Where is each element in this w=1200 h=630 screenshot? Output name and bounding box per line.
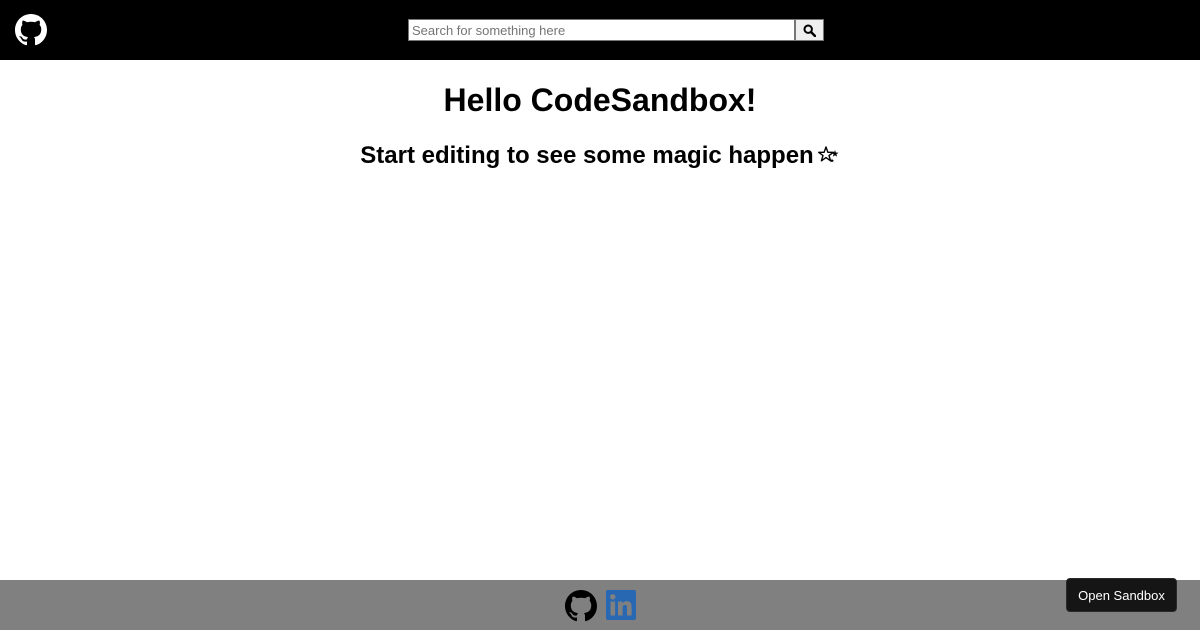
page-title: Hello CodeSandbox!: [443, 82, 757, 118]
github-icon[interactable]: [565, 590, 597, 622]
subtitle-text: Start editing to see some magic happen: [360, 142, 814, 169]
sparkles-icon: [817, 146, 839, 163]
search-bar: [408, 19, 824, 41]
search-icon: [803, 23, 816, 37]
top-navbar: [0, 0, 1200, 60]
open-sandbox-button[interactable]: Open Sandbox: [1066, 578, 1177, 612]
footer: [0, 580, 1200, 630]
linkedin-icon[interactable]: [606, 590, 636, 620]
search-button[interactable]: [795, 19, 824, 41]
search-input[interactable]: [408, 19, 795, 41]
github-icon[interactable]: [15, 14, 47, 46]
page-subtitle: Start editing to see some magic happen: [0, 141, 1200, 170]
